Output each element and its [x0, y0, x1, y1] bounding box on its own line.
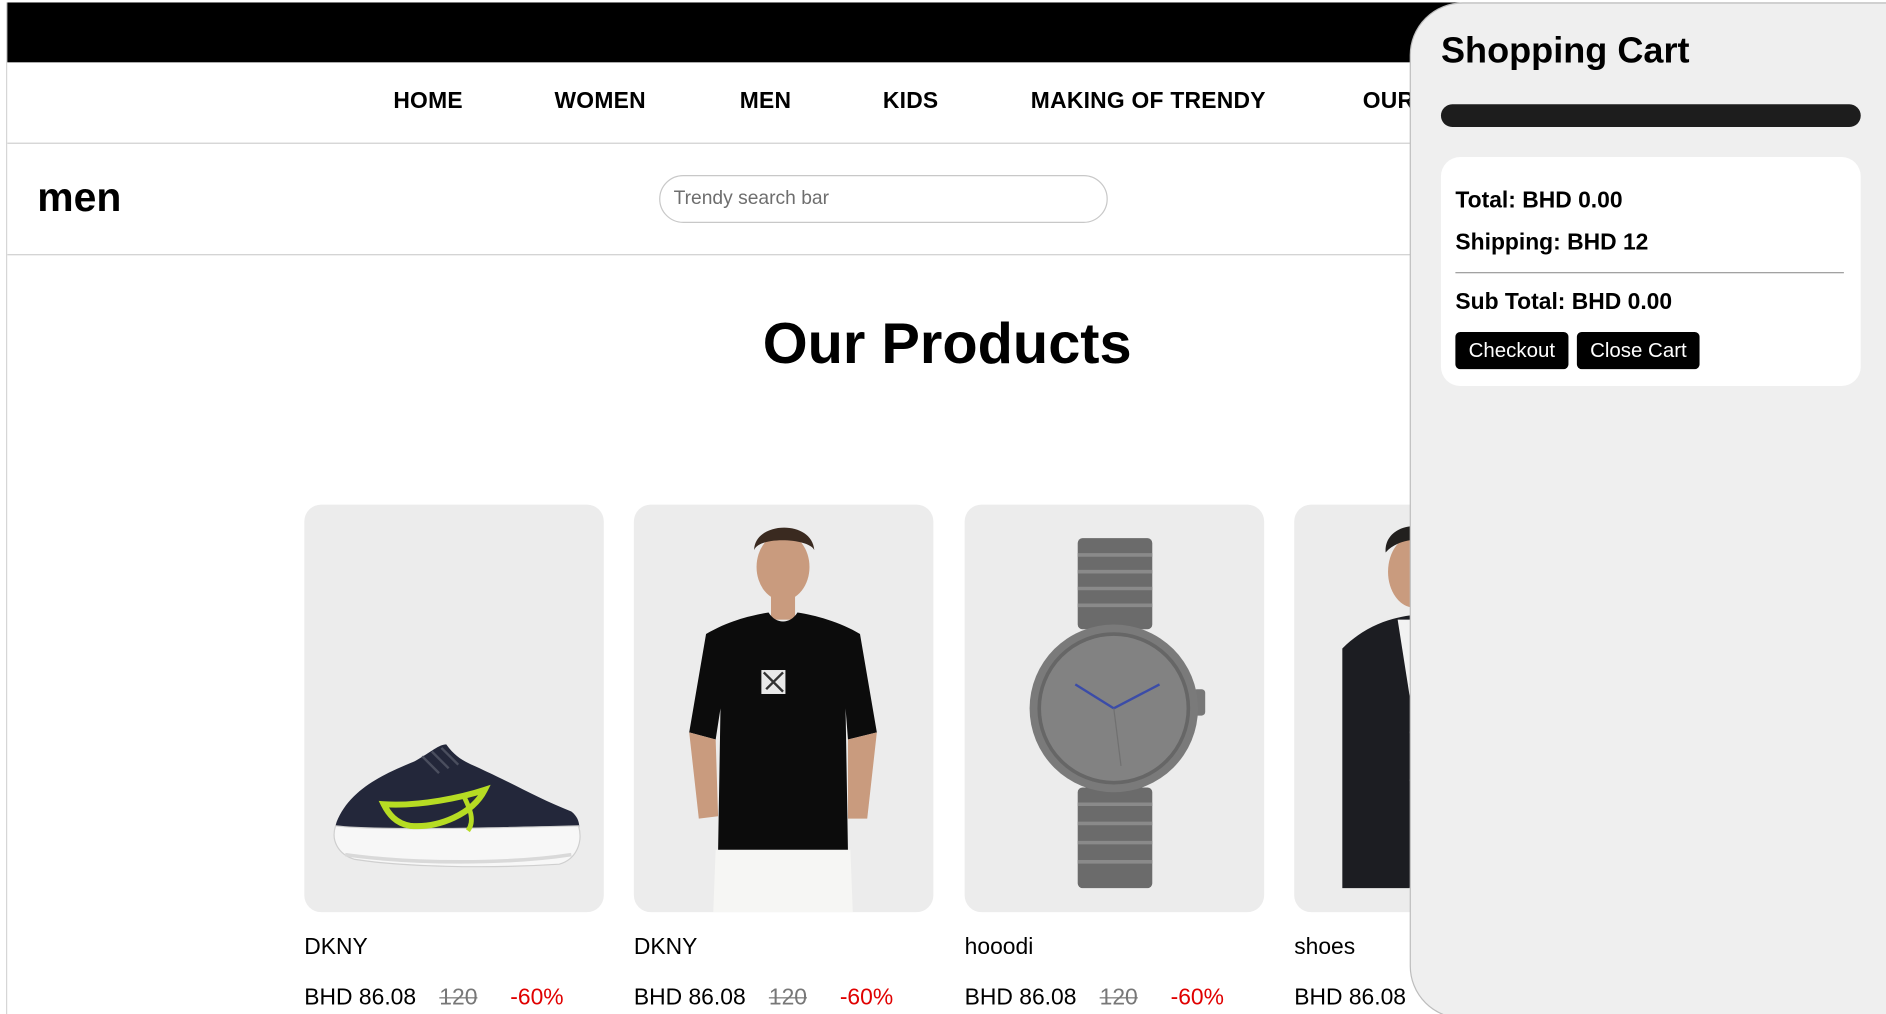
nav-item-women[interactable]: WOMEN	[554, 89, 645, 115]
nav-item-our[interactable]: OUR	[1363, 89, 1415, 115]
cart-items-bar	[1440, 104, 1861, 128]
checkout-button[interactable]: Checkout	[1455, 332, 1569, 370]
product-image[interactable]	[304, 504, 604, 913]
product-name[interactable]: DKNY	[634, 935, 933, 961]
nav-item-home[interactable]: HOME	[393, 89, 463, 115]
product-old-price: 120	[768, 985, 808, 1011]
product-old-price: 120	[439, 985, 478, 1011]
product-price: BHD 86.08	[964, 985, 1077, 1011]
cart-subtotal: Sub Total: BHD 0.00	[1455, 290, 1673, 316]
sneaker-icon	[333, 744, 581, 868]
product-card[interactable]: hooodi BHD 86.08 120 -60%	[964, 504, 1265, 1012]
shopping-cart-panel: Shopping Cart Total: BHD 0.00 Shipping: …	[1409, 2, 1886, 1014]
product-name[interactable]: hooodi	[965, 935, 1264, 961]
price-row: BHD 86.08 120 -60%	[304, 985, 603, 1011]
product-price: BHD 86.08	[633, 985, 746, 1011]
nav-item-men[interactable]: MEN	[740, 89, 792, 115]
product-card[interactable]: DKNY BHD 86.08 120 -60%	[304, 504, 604, 1012]
search-input[interactable]	[659, 174, 1108, 223]
product-discount: -60%	[839, 985, 894, 1011]
tshirt-icon	[689, 527, 877, 913]
cart-title: Shopping Cart	[1440, 31, 1690, 71]
price-row: BHD 86.08 120 -60%	[634, 985, 933, 1011]
product-discount: -60%	[1170, 985, 1224, 1011]
product-price: BHD 86.08	[1294, 985, 1407, 1011]
product-name[interactable]: DKNY	[304, 935, 603, 961]
product-image[interactable]	[633, 504, 934, 913]
nav-item-kids[interactable]: KIDS	[883, 89, 939, 115]
product-price: BHD 86.08	[304, 985, 417, 1011]
watch-icon	[1029, 538, 1206, 889]
cart-total: Total: BHD 0.00	[1455, 188, 1623, 214]
page-title: men	[37, 174, 122, 221]
close-cart-button[interactable]: Close Cart	[1576, 332, 1700, 370]
product-card[interactable]: DKNY BHD 86.08 120 -60%	[633, 504, 934, 1012]
product-old-price: 120	[1099, 985, 1138, 1011]
cart-shipping: Shipping: BHD 12	[1455, 230, 1649, 256]
nav-item-making-of-trendy[interactable]: MAKING OF TRENDY	[1031, 89, 1266, 115]
product-image[interactable]	[964, 504, 1265, 913]
price-row: BHD 86.08 120 -60%	[965, 985, 1264, 1011]
cart-summary: Total: BHD 0.00 Shipping: BHD 12 Sub Tot…	[1440, 157, 1861, 386]
product-discount: -60%	[510, 985, 564, 1011]
cart-divider	[1455, 272, 1844, 274]
